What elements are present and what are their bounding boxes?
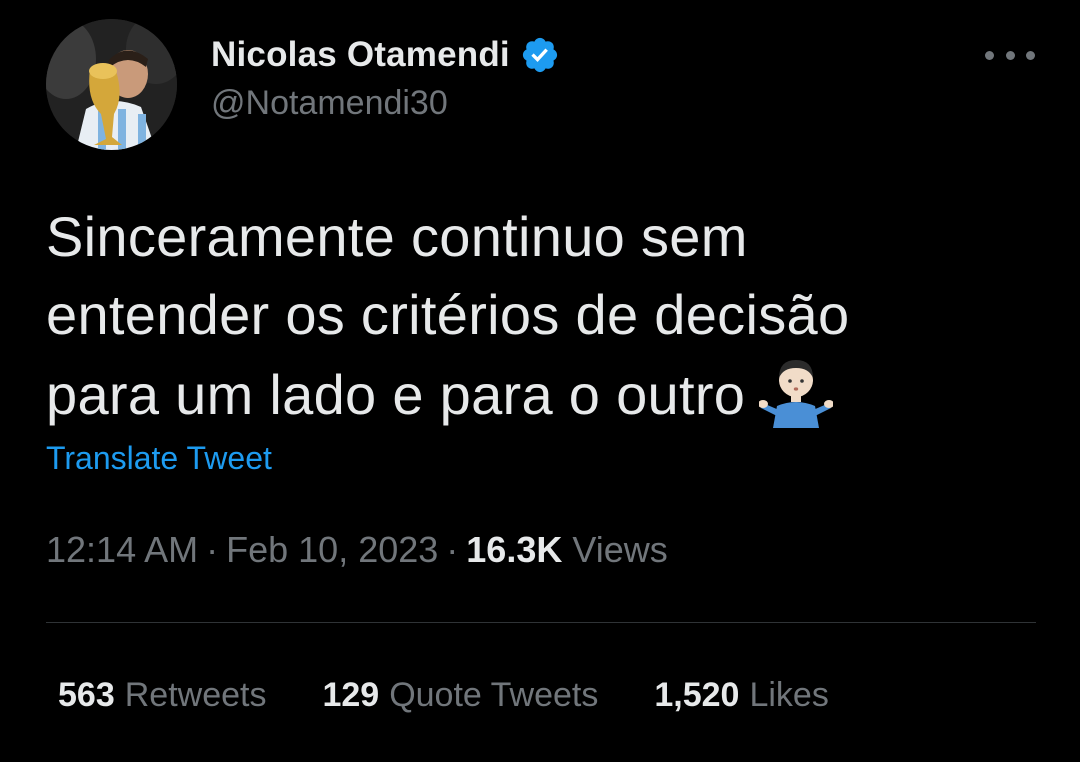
tweet-text-line-last: para um lado e para o outro (46, 354, 1036, 434)
likes-count: 1,520 (654, 676, 740, 714)
views-count[interactable]: 16.3K (466, 529, 562, 570)
meta-separator: · (206, 529, 219, 570)
views-label[interactable]: Views (572, 529, 667, 570)
likes-label: Likes (749, 676, 829, 714)
likes-stat[interactable]: 1,520 Likes (654, 676, 828, 715)
tweet-time[interactable]: 12:14 AM (46, 529, 198, 570)
more-options-icon[interactable] (985, 40, 1035, 70)
author-name-row[interactable]: Nicolas Otamendi (211, 30, 560, 80)
tweet-text: Sinceramente continuo sem entender os cr… (46, 198, 1036, 434)
person-shrugging-icon (758, 354, 835, 428)
engagement-stats: 563 Retweets 129 Quote Tweets 1,520 Likes (58, 676, 829, 715)
more-dot (985, 50, 994, 60)
tweet-text-line: entender os critérios de decisão (46, 283, 850, 346)
retweets-label: Retweets (124, 676, 267, 714)
retweets-count: 563 (58, 676, 115, 714)
tweet-card: Nicolas Otamendi @Notamendi30 Sinceramen… (0, 0, 1080, 762)
retweets-stat[interactable]: 563 Retweets (58, 676, 266, 715)
tweet-metadata: 12:14 AM · Feb 10, 2023 · 16.3K Views (46, 529, 668, 571)
author-handle[interactable]: @Notamendi30 (211, 84, 448, 123)
translate-tweet-link[interactable]: Translate Tweet (46, 440, 272, 477)
verified-badge-icon (520, 35, 560, 75)
tweet-text-segment: para um lado e para o outro (46, 363, 746, 426)
quote-tweets-label: Quote Tweets (389, 676, 599, 714)
avatar[interactable] (46, 19, 177, 150)
quote-tweets-count: 129 (322, 676, 380, 714)
meta-separator: · (446, 529, 459, 570)
more-dot (1005, 50, 1015, 60)
divider (46, 622, 1036, 623)
tweet-text-line: Sinceramente continuo sem (46, 205, 748, 268)
quote-tweets-stat[interactable]: 129 Quote Tweets (322, 676, 598, 715)
author-display-name[interactable]: Nicolas Otamendi (211, 35, 510, 75)
more-dot (1026, 50, 1035, 60)
tweet-date[interactable]: Feb 10, 2023 (226, 529, 438, 570)
